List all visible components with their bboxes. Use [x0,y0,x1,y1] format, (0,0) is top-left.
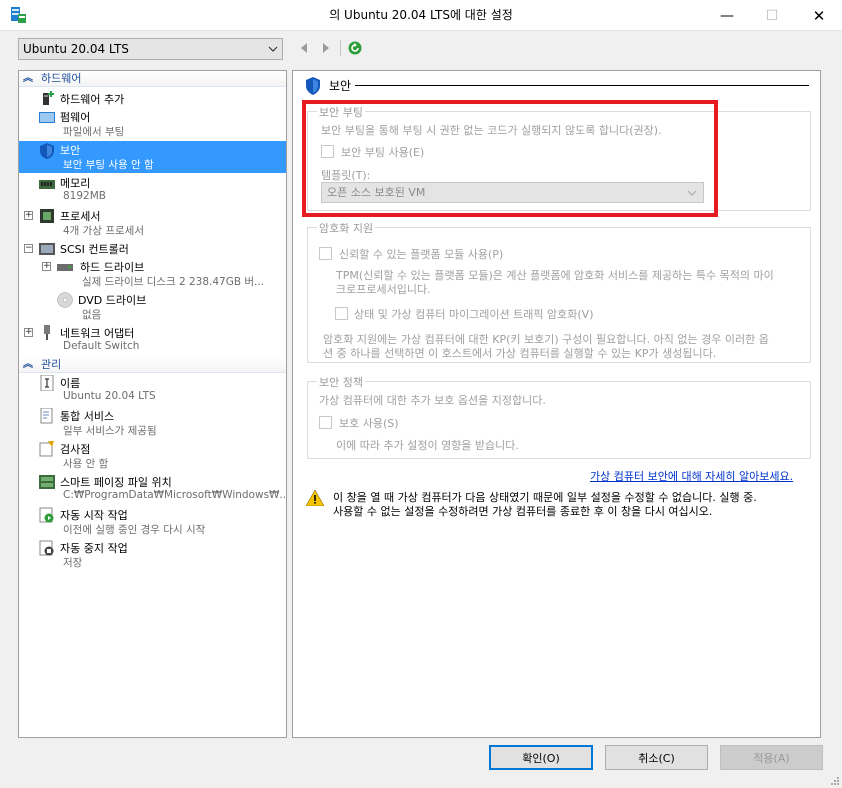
shield-icon [40,143,54,159]
scsi-controller-icon [39,243,55,255]
title-bar: 의 Ubuntu 20.04 LTS에 대한 설정 — ☐ ✕ [0,0,842,31]
chevron-down-icon [268,39,278,67]
tree-item-auto-stop[interactable]: 자동 중지 작업 저장 [19,539,286,571]
collapse-icon: ︽ [23,359,33,370]
toolbar-separator [340,40,341,56]
firmware-icon [39,112,55,123]
tree-item-network-adapter[interactable]: + 네트워크 어댑터 Default Switch [19,324,286,356]
refresh-icon [348,41,362,55]
tpm-description-line-2: 크로프로세서입니다. [336,283,431,296]
hard-drive-icon [57,264,73,271]
name-icon [40,375,54,391]
tree-item-add-hardware[interactable]: 하드웨어 추가 [19,89,286,107]
shielding-checkbox-label: 보호 사용(S) [339,417,399,430]
refresh-button[interactable] [346,39,364,57]
tpm-checkbox[interactable] [319,247,332,260]
maximize-button[interactable]: ☐ [749,0,795,31]
checkpoint-icon [39,441,54,457]
minimize-button[interactable]: — [704,0,750,31]
resize-grip-icon[interactable] [830,776,840,786]
tree-item-memory[interactable]: 메모리 8192MB [19,174,286,206]
vm-selector-value: Ubuntu 20.04 LTS [23,42,129,56]
network-adapter-icon [44,325,50,340]
add-hardware-icon [43,91,54,105]
shielding-checkbox[interactable] [319,416,332,429]
tree-item-scsi-controller[interactable]: − SCSI 컨트롤러 [19,240,286,258]
expand-icon[interactable]: + [42,262,51,271]
tree-item-hard-drive[interactable]: + 하드 드라이브 실제 드라이브 디스크 2 238.47GB 버... [19,258,286,290]
tree-item-smart-paging[interactable]: 스마트 페이징 파일 위치 C:₩ProgramData₩Microsoft₩W… [19,473,286,505]
warning-icon [306,490,324,506]
integration-services-icon [40,408,53,424]
migration-encryption-label: 상태 및 가상 컴퓨터 마이그레이션 트래픽 암호화(V) [354,308,594,321]
arrow-left-icon [301,43,307,53]
security-policy-group-title: 보안 정책 [317,374,365,390]
cancel-button[interactable]: 취소(C) [605,745,708,770]
ok-button[interactable]: 확인(O) [489,745,593,770]
tree-item-processor[interactable]: + 프로세서 4개 가상 프로세서 [19,207,286,239]
security-policy-hint: 이에 따라 추가 설정이 영향을 받습니다. [336,439,519,452]
security-policy-description: 가상 컴퓨터에 대한 추가 보호 옵션을 지정합니다. [319,394,546,407]
encryption-support-group: 암호화 지원 신뢰할 수 있는 플랫폼 모듈 사용(P) TPM(신뢰할 수 있… [307,220,811,363]
back-button[interactable] [295,39,313,57]
tree-item-checkpoints[interactable]: 검사점 사용 안 함 [19,440,286,472]
tree-item-dvd-drive[interactable]: DVD 드라이브 없음 [19,291,286,323]
auto-stop-icon [39,540,54,556]
tree-item-auto-start[interactable]: 자동 시작 작업 이전에 실행 중인 경우 다시 시작 [19,506,286,538]
panel-title: 보안 [329,79,352,93]
dvd-icon [57,292,73,308]
expand-icon[interactable]: + [24,328,33,337]
smart-paging-icon [39,475,55,489]
highlight-box [302,100,718,217]
memory-icon [39,180,55,189]
shield-icon [306,77,320,95]
close-button[interactable]: ✕ [796,0,842,31]
management-section-header[interactable]: ︽ 관리 [19,357,286,373]
auto-start-icon [39,507,54,523]
apply-button[interactable]: 적용(A) [720,745,823,770]
tree-item-name[interactable]: 이름 Ubuntu 20.04 LTS [19,374,286,406]
warning-text-line-2: 사용할 수 없는 설정을 수정하려면 가상 컴퓨터를 종료한 후 이 창을 다시… [333,505,713,518]
learn-more-link[interactable]: 가상 컴퓨터 보안에 대해 자세히 알아보세요. [590,468,793,484]
forward-button[interactable] [317,39,335,57]
migration-encryption-checkbox[interactable] [335,307,348,320]
hardware-section-header[interactable]: ︽ 하드웨어 [19,71,286,87]
vm-selector[interactable]: Ubuntu 20.04 LTS [18,38,283,60]
collapse-tree-icon[interactable]: − [24,244,33,253]
encryption-note-line-2: 션 중 하나를 선택하면 이 호스트에서 가상 컴퓨터를 실행할 수 있는 KP… [323,347,717,360]
encryption-group-title: 암호화 지원 [317,220,376,236]
processor-icon [40,209,54,223]
collapse-icon: ︽ [23,73,33,84]
tree-item-firmware[interactable]: 펌웨어 파일에서 부팅 [19,108,286,140]
tree-item-integration-services[interactable]: 통합 서비스 일부 서비스가 제공됨 [19,407,286,439]
settings-tree[interactable]: ︽ 하드웨어 하드웨어 추가 펌웨어 파일에서 부팅 보안 보안 부팅 사용 안… [18,70,287,738]
arrow-right-icon [323,43,329,53]
expand-icon[interactable]: + [24,211,33,220]
tpm-checkbox-label: 신뢰할 수 있는 플랫폼 모듈 사용(P) [339,248,504,261]
title-divider [355,85,809,86]
security-policy-group: 보안 정책 가상 컴퓨터에 대한 추가 보호 옵션을 지정합니다. 보호 사용(… [307,374,811,459]
tree-item-security[interactable]: 보안 보안 부팅 사용 안 함 [19,141,286,173]
